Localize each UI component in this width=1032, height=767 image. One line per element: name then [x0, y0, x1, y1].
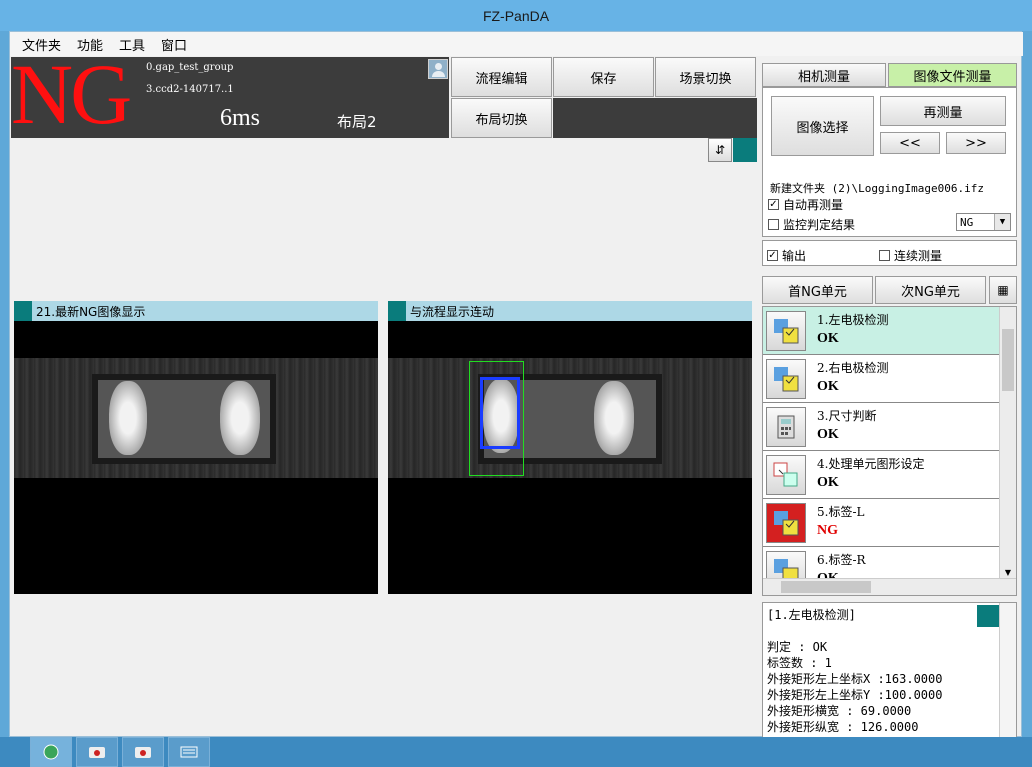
right-electrode-image: [594, 381, 634, 455]
calendar-icon[interactable]: ▦: [989, 276, 1017, 304]
right-image-view[interactable]: [388, 321, 752, 594]
unit-row[interactable]: 5.标签-L NG: [763, 499, 999, 547]
right-panel-title: 与流程显示连动: [410, 304, 495, 319]
detail-line: 外接矩形左上坐标X :163.0000: [767, 672, 943, 686]
output-checkbox[interactable]: ✓: [767, 250, 778, 261]
right-panel-header: 与流程显示连动: [388, 301, 752, 321]
continuous-option[interactable]: 连续测量: [879, 247, 942, 264]
camera-app-icon[interactable]: [76, 737, 118, 767]
unit-name: 1.左电极检测: [817, 313, 889, 327]
scrollbar-thumb[interactable]: [1002, 329, 1014, 391]
unit-result: OK: [817, 331, 839, 346]
tab-camera-measure[interactable]: 相机测量: [762, 63, 886, 87]
chevron-down-icon: ▼: [994, 214, 1010, 230]
layout-name: 布局2: [337, 113, 377, 131]
unit-name: 5.标签-L: [817, 505, 865, 519]
scroll-down-arrow-icon[interactable]: ▼: [1002, 568, 1014, 577]
shape-setting-icon: [766, 455, 806, 495]
keyboard-icon[interactable]: [168, 737, 210, 767]
detail-line: 外接矩形左上坐标Y :100.0000: [767, 688, 943, 702]
tab-image-file-measure[interactable]: 图像文件测量: [888, 63, 1017, 87]
unit-result: OK: [817, 427, 839, 442]
unit-row[interactable]: 4.处理单元图形设定 OK: [763, 451, 999, 499]
calculator-icon: [766, 407, 806, 447]
detail-line: 标签数 : 1: [767, 656, 832, 670]
unit-name: 6.标签-R: [817, 553, 866, 567]
unit-name: 2.右电极检测: [817, 361, 889, 375]
image-file-path: 新建文件夹 (2)\LoggingImage006.ifz: [770, 182, 984, 195]
output-options: ✓ 输出 连续测量: [762, 240, 1017, 266]
unit-list[interactable]: 1.左电极检测 OK 2.右电极检测 OK 3.尺寸判断 OK 4.处理单元图形…: [762, 306, 1017, 596]
monitor-result-value: NG: [960, 215, 974, 229]
labeling-unit-icon: [766, 503, 806, 543]
unit-row[interactable]: 3.尺寸判断 OK: [763, 403, 999, 451]
unit-row[interactable]: 2.右电极检测 OK: [763, 355, 999, 403]
unit-list-vertical-scrollbar[interactable]: ▼: [999, 307, 1016, 579]
app-globe-icon[interactable]: [30, 737, 72, 767]
auto-remeasure-label: 自动再测量: [783, 198, 844, 212]
first-ng-unit-button[interactable]: 首NG单元: [762, 276, 873, 304]
image-tool-icon[interactable]: ⇵: [708, 138, 732, 162]
left-image-view[interactable]: [14, 321, 378, 594]
scene-label: 3.ccd2-140717..1: [146, 84, 234, 95]
image-file-tab-body: 图像选择 再测量 << >> 新建文件夹 (2)\LoggingImage006…: [762, 87, 1017, 237]
layout-switch-button[interactable]: 布局切换: [451, 98, 552, 138]
panel-marker-icon: [388, 301, 406, 321]
window-title: FZ-PanDA: [0, 0, 1032, 31]
main-window: 文件夹 功能 工具 窗口 NG 0.gap_test_group 3.ccd2-…: [9, 31, 1023, 763]
taskbar: [0, 737, 1032, 767]
window-title-text: FZ-PanDA: [482, 7, 550, 24]
label-bounding-box: [480, 377, 520, 449]
monitor-result-select[interactable]: NG ▼: [956, 213, 1011, 231]
next-image-button[interactable]: >>: [946, 132, 1006, 154]
flow-edit-button[interactable]: 流程编辑: [451, 57, 552, 97]
left-electrode-image: [109, 381, 147, 455]
judgement-display: NG: [11, 46, 132, 142]
output-option[interactable]: ✓ 输出: [767, 247, 806, 264]
save-button[interactable]: 保存: [553, 57, 654, 97]
camera-app-icon[interactable]: [122, 737, 164, 767]
panel-corner-marker: [733, 138, 757, 162]
continuous-checkbox[interactable]: [879, 250, 890, 261]
output-label: 输出: [782, 249, 807, 263]
next-ng-unit-button[interactable]: 次NG单元: [875, 276, 986, 304]
scrollbar-thumb[interactable]: [781, 581, 871, 593]
scene-group-label: 0.gap_test_group: [146, 62, 234, 73]
detail-title: [1.左电极检测]: [767, 608, 856, 622]
menubar: 文件夹 功能 工具 窗口: [10, 32, 1023, 56]
auto-remeasure-checkbox[interactable]: ✓: [768, 199, 779, 210]
unit-name: 3.尺寸判断: [817, 409, 877, 423]
menu-window[interactable]: 窗口: [153, 35, 195, 54]
monitor-label: 监控判定结果: [783, 218, 856, 232]
monitor-option[interactable]: 监控判定结果: [768, 216, 855, 233]
detail-line: 外接矩形横宽 : 69.0000: [767, 704, 912, 718]
unit-result: OK: [817, 379, 839, 394]
user-icon[interactable]: [428, 59, 448, 79]
detail-line: 外接矩形纵宽 : 126.0000: [767, 720, 919, 734]
status-panel: NG 0.gap_test_group 3.ccd2-140717..1 6ms…: [11, 51, 449, 138]
remeasure-button[interactable]: 再测量: [880, 96, 1006, 126]
unit-list-horizontal-scrollbar[interactable]: [763, 578, 1016, 595]
processing-time: 6ms: [220, 105, 261, 131]
search-unit-icon: [766, 311, 806, 351]
left-panel-title: 21.最新NG图像显示: [36, 304, 146, 319]
toolbar-spacer: [553, 98, 757, 138]
unit-name: 4.处理单元图形设定: [817, 457, 925, 471]
unit-row[interactable]: 1.左电极检测 OK: [763, 307, 999, 355]
image-select-button[interactable]: 图像选择: [771, 96, 874, 156]
panel-corner-marker: [977, 605, 999, 627]
left-panel-header: 21.最新NG图像显示: [14, 301, 378, 321]
detail-line: 判定 : OK: [767, 640, 828, 654]
panel-marker-icon: [14, 301, 32, 321]
unit-result: NG: [817, 523, 838, 538]
unit-result: OK: [817, 475, 839, 490]
prev-image-button[interactable]: <<: [880, 132, 940, 154]
auto-remeasure-option[interactable]: ✓ 自动再测量: [768, 196, 843, 213]
scene-switch-button[interactable]: 场景切换: [655, 57, 756, 97]
continuous-label: 连续测量: [894, 249, 943, 263]
right-electrode-image: [220, 381, 260, 455]
monitor-checkbox[interactable]: [768, 219, 779, 230]
search-unit-icon: [766, 359, 806, 399]
